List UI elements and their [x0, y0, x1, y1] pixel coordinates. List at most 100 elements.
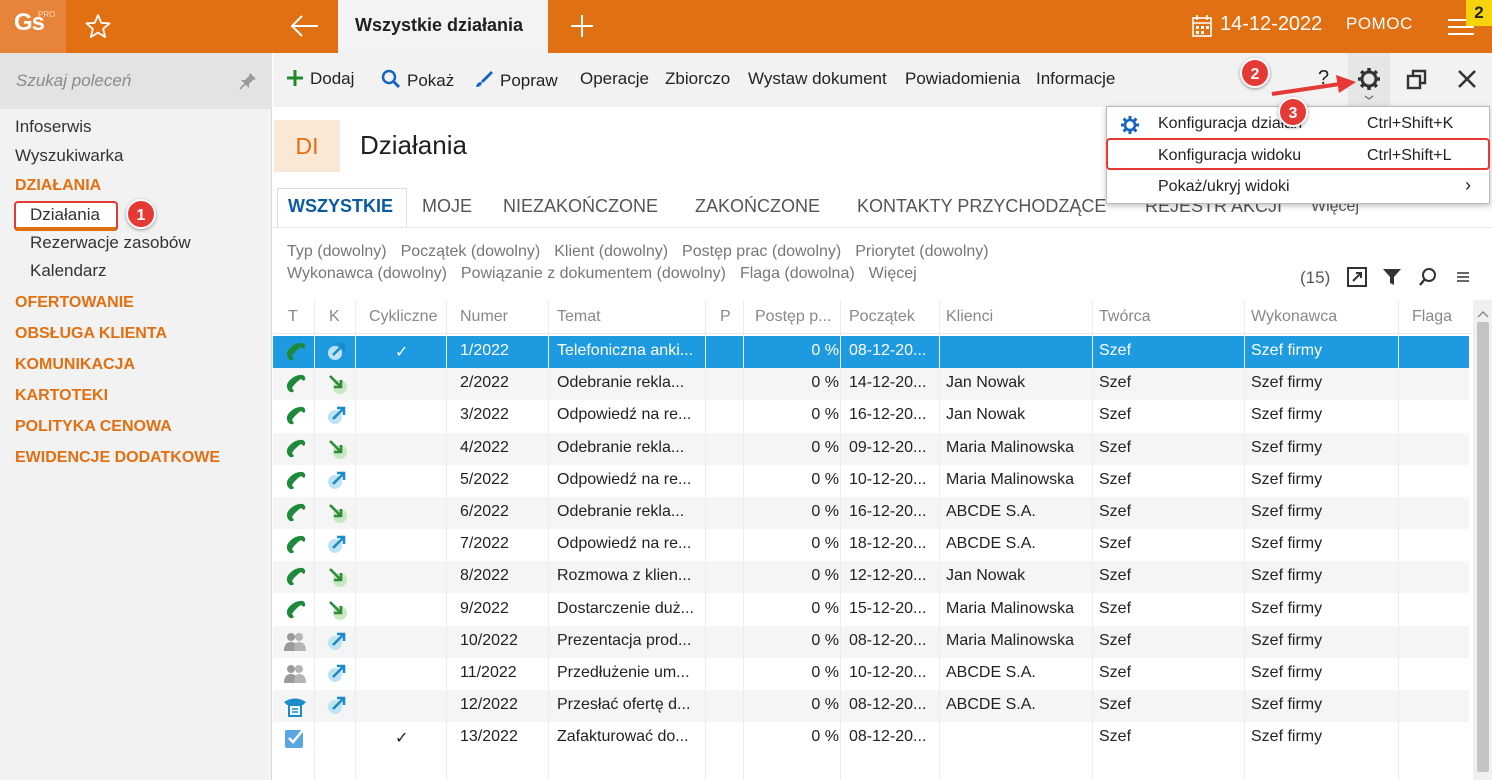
issue-document-button[interactable]: Wystaw dokument — [748, 69, 887, 89]
command-search-input[interactable] — [0, 53, 230, 109]
edit-button[interactable]: Popraw — [474, 69, 558, 91]
cell-client: Jan Nowak — [946, 406, 1026, 424]
table-row[interactable]: 9/2022 Dostarczenie duż... 0 % 15-12-20... M… — [273, 594, 1469, 626]
app-logo[interactable]: Gs PRO — [0, 0, 66, 53]
filter-client[interactable]: Klient (dowolny) — [554, 243, 668, 260]
sidebar-item-rezerwacje[interactable]: Rezerwacje zasobów — [30, 233, 191, 253]
pin-icon[interactable] — [238, 71, 258, 91]
col-cyclic[interactable]: Cykliczne — [369, 308, 437, 326]
cell-progress: 0 % — [811, 631, 839, 649]
filter-row-2: Wykonawca (dowolny) Powiązanie z dokument… — [287, 265, 931, 283]
logo-badge: PRO — [38, 10, 56, 19]
cell-start: 16-12-20... — [849, 406, 927, 424]
filter-priority[interactable]: Priorytet (dowolny) — [855, 243, 988, 260]
export-icon[interactable] — [1346, 266, 1368, 288]
filter-start[interactable]: Początek (dowolny) — [401, 243, 541, 260]
show-button[interactable]: Pokaż — [381, 69, 454, 91]
col-start[interactable]: Początek — [849, 308, 915, 326]
back-arrow-icon[interactable] — [284, 10, 324, 42]
tab-moje[interactable]: MOJE — [422, 196, 472, 217]
col-type[interactable]: T — [288, 308, 298, 326]
col-divider — [355, 300, 356, 780]
sidebar-section-kartoteki[interactable]: KARTOTEKI — [15, 387, 108, 405]
col-number[interactable]: Numer — [460, 308, 508, 326]
tab-zakonczone[interactable]: ZAKOŃCZONE — [695, 196, 820, 217]
tab-niezakonczone[interactable]: NIEZAKOŃCZONE — [503, 196, 658, 217]
phone-type-icon — [282, 532, 308, 563]
window-tab-active[interactable]: Wszystkie działania — [338, 0, 548, 53]
cell-client: ABCDE S.A. — [946, 535, 1036, 553]
cell-assignee: Szef firmy — [1251, 406, 1323, 424]
sidebar: Infoserwis Wyszukiwarka DZIAŁANIA Działa… — [0, 53, 272, 780]
col-direction[interactable]: K — [329, 308, 340, 326]
table-row[interactable]: ✓ 13/2022 Zafakturować do... 0 % 08-12-20...… — [273, 722, 1469, 754]
col-priority[interactable]: P — [720, 308, 731, 326]
col-clients[interactable]: Klienci — [946, 308, 993, 326]
table-row[interactable]: 4/2022 Odebranie rekla... 0 % 09-12-20... Ma… — [273, 432, 1469, 465]
tab-wszystkie[interactable]: WSZYSTKIE — [288, 196, 393, 217]
information-button[interactable]: Informacje — [1036, 69, 1115, 89]
filter-flag[interactable]: Flaga (dowolna) — [740, 265, 855, 282]
col-subject[interactable]: Temat — [557, 308, 601, 326]
col-assignee[interactable]: Wykonawca — [1251, 308, 1337, 326]
cell-number: 1/2022 — [460, 342, 509, 359]
col-creator[interactable]: Twórca — [1099, 308, 1151, 326]
filter-document-link[interactable]: Powiązanie z dokumentem (dowolny) — [461, 265, 726, 282]
table-row[interactable]: 3/2022 Odpowiedź na re... 0 % 16-12-20... Ja… — [273, 400, 1469, 432]
cell-subject: Zafakturować do... — [557, 728, 689, 746]
phone-type-icon — [282, 339, 308, 370]
sidebar-section-polityka-cenowa[interactable]: POLITYKA CENOWA — [15, 418, 172, 436]
sidebar-section-komunikacja[interactable]: KOMUNIKACJA — [15, 356, 135, 374]
help-menu[interactable]: POMOC — [1346, 14, 1413, 34]
cell-subject: Odebranie rekla... — [557, 438, 685, 456]
scroll-up-icon[interactable] — [1477, 306, 1489, 318]
restore-window-icon[interactable] — [1402, 66, 1432, 94]
table-row[interactable]: 7/2022 Odpowiedź na re... 0 % 18-12-20... AB… — [273, 529, 1469, 561]
tab-kontakty-przychodzace[interactable]: KONTAKTY PRZYCHODZĄCE — [857, 196, 1106, 217]
new-tab-plus-icon[interactable] — [564, 10, 600, 42]
operations-button[interactable]: Operacje — [580, 69, 649, 89]
list-menu-icon[interactable] — [1452, 266, 1474, 288]
cell-client: Maria Malinowska — [946, 631, 1075, 649]
table-row[interactable]: 12/2022 Przesłać ofertę d... 0 % 08-12-20..… — [273, 690, 1469, 723]
filter-progress[interactable]: Postęp prac (dowolny) — [682, 243, 841, 260]
close-window-icon[interactable] — [1452, 66, 1482, 94]
add-button[interactable]: Dodaj — [286, 69, 354, 89]
calendar-icon[interactable] — [1192, 15, 1212, 37]
filter-funnel-icon[interactable] — [1381, 266, 1403, 288]
filter-more[interactable]: Więcej — [869, 265, 917, 282]
table-row[interactable]: 8/2022 Rozmowa z klien... 0 % 12-12-20... Ja… — [273, 561, 1469, 595]
col-progress[interactable]: Postęp p... — [755, 308, 832, 326]
filter-assignee[interactable]: Wykonawca (dowolny) — [287, 265, 447, 282]
sidebar-item-wyszukiwarka[interactable]: Wyszukiwarka — [15, 146, 123, 166]
table-row[interactable]: 10/2022 Prezentacja prod... 0 % 08-12-20...… — [273, 625, 1469, 660]
scrollbar-thumb[interactable] — [1477, 322, 1489, 772]
sidebar-section-obsluga-klienta[interactable]: OBSŁUGA KLIENTA — [15, 325, 167, 343]
sidebar-section-dzialania[interactable]: DZIAŁANIA — [15, 177, 101, 195]
cell-creator: Szef — [1099, 631, 1132, 649]
cell-number: 7/2022 — [460, 535, 509, 553]
sidebar-item-dzialania[interactable]: Działania — [30, 205, 100, 225]
cell-creator: Szef — [1099, 438, 1132, 456]
bulk-button[interactable]: Zbiorczo — [665, 69, 730, 89]
filter-type[interactable]: Typ (dowolny) — [287, 243, 387, 260]
table-row[interactable]: 11/2022 Przedłużenie um... 0 % 10-12-20... A… — [273, 658, 1469, 690]
phone-type-icon — [282, 500, 308, 531]
sidebar-section-ewidencje[interactable]: EWIDENCJE DODATKOWE — [15, 449, 220, 467]
meeting-type-icon — [282, 629, 308, 660]
sidebar-item-kalendarz[interactable]: Kalendarz — [30, 261, 107, 281]
sidebar-section-ofertowanie[interactable]: OFERTOWANIE — [15, 294, 134, 312]
table-row[interactable]: ✓ 1/2022 Telefoniczna anki... 0 % 08-12-20..… — [273, 336, 1469, 368]
phone-type-icon — [282, 564, 308, 595]
table-row[interactable]: 6/2022 Odebranie rekla... 0 % 16-12-20... AB… — [273, 497, 1469, 529]
table-row[interactable]: 5/2022 Odpowiedź na re... 0 % 10-12-20... Ma… — [273, 465, 1469, 497]
menu-item-pokaz-ukryj-widoki[interactable]: Pokaż/ukryj widoki › — [1107, 172, 1489, 203]
current-date[interactable]: 14-12-2022 — [1220, 13, 1322, 36]
table-row[interactable]: 2/2022 Odebranie rekla... 0 % 14-12-20... Ja… — [273, 368, 1469, 401]
search-list-icon[interactable] — [1417, 266, 1439, 288]
notifications-button[interactable]: Powiadomienia — [905, 69, 1020, 89]
sidebar-item-infoserwis[interactable]: Infoserwis — [15, 117, 92, 137]
favorites-star-icon[interactable] — [78, 10, 118, 42]
col-flag[interactable]: Flaga — [1412, 308, 1452, 326]
cell-creator: Szef — [1099, 599, 1132, 617]
